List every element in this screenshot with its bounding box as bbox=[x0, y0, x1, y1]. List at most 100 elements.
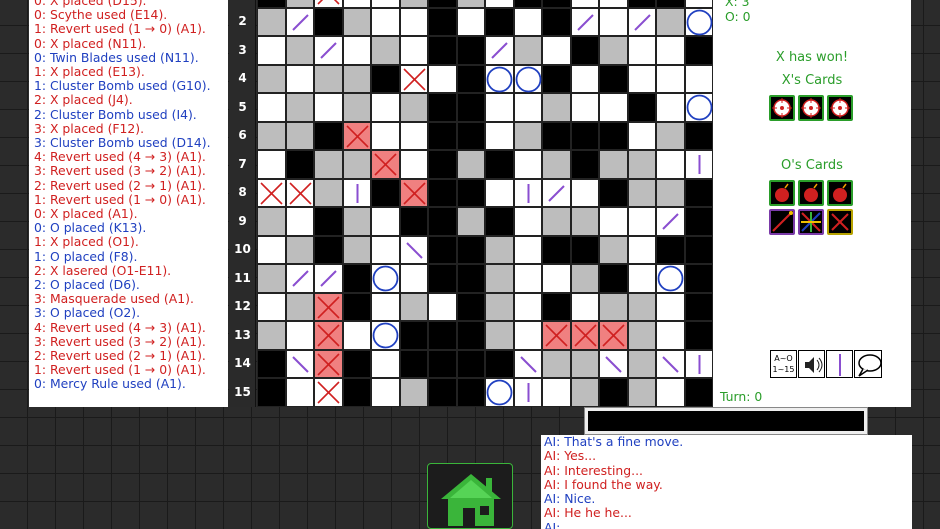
board-cell[interactable] bbox=[285, 321, 314, 350]
board-cell[interactable] bbox=[456, 121, 485, 150]
board-cell[interactable] bbox=[570, 378, 599, 407]
board-cell[interactable] bbox=[257, 121, 286, 150]
board-cell[interactable] bbox=[627, 235, 656, 264]
board-cell[interactable] bbox=[285, 349, 314, 378]
board-cell[interactable] bbox=[456, 321, 485, 350]
board-cell[interactable] bbox=[513, 235, 542, 264]
board-cell[interactable] bbox=[542, 292, 571, 321]
board-cell[interactable] bbox=[285, 207, 314, 236]
board-cell[interactable] bbox=[342, 349, 371, 378]
board-cell[interactable] bbox=[485, 64, 514, 93]
board-cell[interactable] bbox=[542, 121, 571, 150]
board-cell[interactable] bbox=[627, 7, 656, 36]
o-card[interactable] bbox=[769, 209, 795, 235]
board-cell[interactable] bbox=[570, 349, 599, 378]
board-cell[interactable] bbox=[656, 36, 685, 65]
board-cell[interactable] bbox=[656, 292, 685, 321]
board-cell[interactable] bbox=[285, 378, 314, 407]
board-cell[interactable] bbox=[542, 235, 571, 264]
board-cell[interactable] bbox=[485, 235, 514, 264]
board-cell[interactable] bbox=[485, 36, 514, 65]
board-cell[interactable] bbox=[428, 7, 457, 36]
board-cell[interactable] bbox=[656, 264, 685, 293]
board-cell[interactable] bbox=[627, 349, 656, 378]
board-cell[interactable] bbox=[371, 7, 400, 36]
board-cell[interactable] bbox=[428, 207, 457, 236]
board-cell[interactable] bbox=[371, 321, 400, 350]
board-cell[interactable] bbox=[257, 349, 286, 378]
board-cell[interactable] bbox=[656, 150, 685, 179]
board-cell[interactable] bbox=[371, 292, 400, 321]
board-cell[interactable] bbox=[570, 36, 599, 65]
board-cell[interactable] bbox=[428, 178, 457, 207]
board-cell[interactable] bbox=[542, 36, 571, 65]
board-cell[interactable] bbox=[371, 150, 400, 179]
board-cell[interactable] bbox=[314, 292, 343, 321]
board-cell[interactable] bbox=[542, 150, 571, 179]
board-cell[interactable] bbox=[428, 292, 457, 321]
board-cell[interactable] bbox=[542, 349, 571, 378]
board-cell[interactable] bbox=[656, 121, 685, 150]
board-cell[interactable] bbox=[513, 178, 542, 207]
board-cell[interactable] bbox=[314, 150, 343, 179]
board-cell[interactable] bbox=[599, 378, 628, 407]
board-cell[interactable] bbox=[542, 93, 571, 122]
board-cell[interactable] bbox=[542, 378, 571, 407]
board-cell[interactable] bbox=[257, 207, 286, 236]
line-mode-button[interactable] bbox=[826, 350, 853, 378]
board-cell[interactable] bbox=[456, 7, 485, 36]
board-cell[interactable] bbox=[684, 264, 713, 293]
board-cell[interactable] bbox=[257, 7, 286, 36]
board-cell[interactable] bbox=[456, 207, 485, 236]
board-cell[interactable] bbox=[285, 64, 314, 93]
board-cell[interactable] bbox=[656, 349, 685, 378]
board-cell[interactable] bbox=[285, 36, 314, 65]
board-cell[interactable] bbox=[314, 121, 343, 150]
board-cell[interactable] bbox=[485, 349, 514, 378]
board-cell[interactable] bbox=[428, 150, 457, 179]
board-cell[interactable] bbox=[314, 0, 343, 8]
board-cell[interactable] bbox=[399, 150, 428, 179]
board-cell[interactable] bbox=[342, 93, 371, 122]
board-cell[interactable] bbox=[342, 7, 371, 36]
o-card[interactable] bbox=[798, 209, 824, 235]
board-cell[interactable] bbox=[399, 235, 428, 264]
board-cell[interactable] bbox=[371, 178, 400, 207]
o-card[interactable] bbox=[769, 180, 795, 206]
board-cell[interactable] bbox=[456, 0, 485, 8]
board-cell[interactable] bbox=[599, 349, 628, 378]
board-cell[interactable] bbox=[627, 264, 656, 293]
board-cell[interactable] bbox=[314, 93, 343, 122]
board-cell[interactable] bbox=[570, 264, 599, 293]
board-cell[interactable] bbox=[599, 121, 628, 150]
board-cell[interactable] bbox=[285, 93, 314, 122]
board-cell[interactable] bbox=[342, 150, 371, 179]
board-cell[interactable] bbox=[342, 378, 371, 407]
board-cell[interactable] bbox=[285, 0, 314, 8]
board-cell[interactable] bbox=[570, 207, 599, 236]
board-cell[interactable] bbox=[542, 264, 571, 293]
board-cell[interactable] bbox=[599, 93, 628, 122]
board-cell[interactable] bbox=[485, 7, 514, 36]
board-cell[interactable] bbox=[485, 178, 514, 207]
board-cell[interactable] bbox=[314, 378, 343, 407]
board-cell[interactable] bbox=[399, 321, 428, 350]
board-cell[interactable] bbox=[399, 264, 428, 293]
board-cell[interactable] bbox=[428, 93, 457, 122]
board-cell[interactable] bbox=[428, 349, 457, 378]
board-cell[interactable] bbox=[257, 235, 286, 264]
board-cell[interactable] bbox=[342, 292, 371, 321]
board-cell[interactable] bbox=[570, 321, 599, 350]
board-cell[interactable] bbox=[627, 178, 656, 207]
board-cell[interactable] bbox=[428, 0, 457, 8]
board-cell[interactable] bbox=[627, 121, 656, 150]
board-cell[interactable] bbox=[399, 349, 428, 378]
board-cell[interactable] bbox=[684, 0, 713, 8]
board-cell[interactable] bbox=[314, 264, 343, 293]
board-cell[interactable] bbox=[257, 378, 286, 407]
board-cell[interactable] bbox=[513, 36, 542, 65]
board-cell[interactable] bbox=[257, 36, 286, 65]
board-cell[interactable] bbox=[656, 235, 685, 264]
board-cell[interactable] bbox=[285, 235, 314, 264]
board-cell[interactable] bbox=[428, 36, 457, 65]
